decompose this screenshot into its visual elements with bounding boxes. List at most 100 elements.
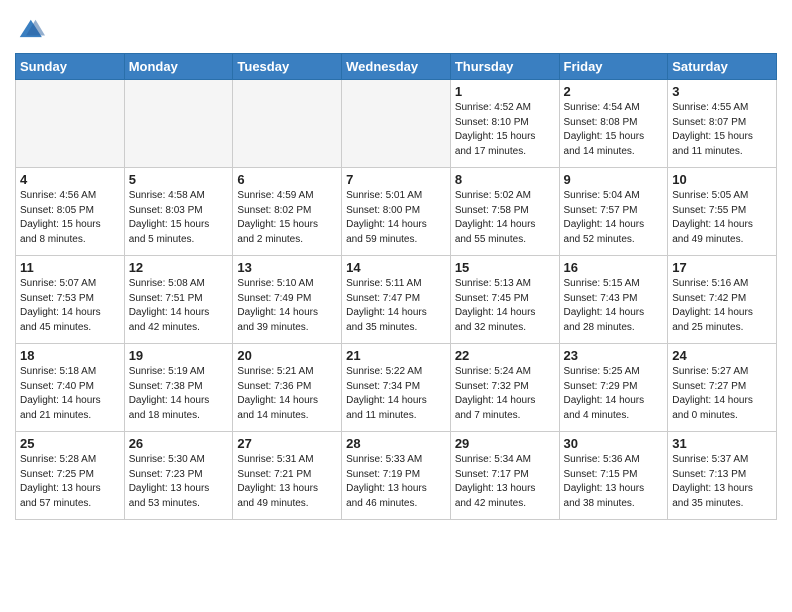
weekday-thursday: Thursday [450, 54, 559, 80]
day-number: 9 [564, 172, 664, 187]
day-cell: 19 Sunrise: 5:19 AM Sunset: 7:38 PM Dayli… [124, 344, 233, 432]
day-cell: 6 Sunrise: 4:59 AM Sunset: 8:02 PM Daylig… [233, 168, 342, 256]
day-info: Sunrise: 5:28 AM Sunset: 7:25 PM Dayligh… [20, 453, 120, 511]
day-cell: 15 Sunrise: 5:13 AM Sunset: 7:45 PM Dayli… [450, 256, 559, 344]
weekday-friday: Friday [559, 54, 668, 80]
day-number: 8 [455, 172, 555, 187]
day-cell [16, 80, 125, 168]
day-info: Sunrise: 5:31 AM Sunset: 7:21 PM Dayligh… [237, 453, 337, 511]
day-number: 25 [20, 436, 120, 451]
logo-icon [15, 15, 45, 45]
weekday-monday: Monday [124, 54, 233, 80]
day-info: Sunrise: 5:25 AM Sunset: 7:29 PM Dayligh… [564, 365, 664, 423]
day-number: 15 [455, 260, 555, 275]
day-number: 6 [237, 172, 337, 187]
day-cell: 28 Sunrise: 5:33 AM Sunset: 7:19 PM Dayli… [342, 432, 451, 520]
day-cell: 22 Sunrise: 5:24 AM Sunset: 7:32 PM Dayli… [450, 344, 559, 432]
day-cell: 16 Sunrise: 5:15 AM Sunset: 7:43 PM Dayli… [559, 256, 668, 344]
day-number: 26 [129, 436, 229, 451]
weekday-tuesday: Tuesday [233, 54, 342, 80]
day-info: Sunrise: 4:58 AM Sunset: 8:03 PM Dayligh… [129, 189, 229, 247]
day-info: Sunrise: 4:52 AM Sunset: 8:10 PM Dayligh… [455, 101, 555, 159]
day-cell: 7Sunrise: 5:01 AM Sunset: 8:00 PM Daylig… [342, 168, 451, 256]
day-cell [342, 80, 451, 168]
day-cell: 1 Sunrise: 4:52 AM Sunset: 8:10 PM Daylig… [450, 80, 559, 168]
day-info: Sunrise: 5:13 AM Sunset: 7:45 PM Dayligh… [455, 277, 555, 335]
day-number: 21 [346, 348, 446, 363]
week-row-1: 1 Sunrise: 4:52 AM Sunset: 8:10 PM Daylig… [16, 80, 777, 168]
day-number: 16 [564, 260, 664, 275]
day-number: 1 [455, 84, 555, 99]
day-number: 22 [455, 348, 555, 363]
day-cell: 25 Sunrise: 5:28 AM Sunset: 7:25 PM Dayli… [16, 432, 125, 520]
day-number: 30 [564, 436, 664, 451]
day-cell: 17 Sunrise: 5:16 AM Sunset: 7:42 PM Dayli… [668, 256, 777, 344]
weekday-wednesday: Wednesday [342, 54, 451, 80]
day-cell [233, 80, 342, 168]
day-info: Sunrise: 5:16 AM Sunset: 7:42 PM Dayligh… [672, 277, 772, 335]
day-cell: 3Sunrise: 4:55 AM Sunset: 8:07 PM Daylig… [668, 80, 777, 168]
day-cell: 13 Sunrise: 5:10 AM Sunset: 7:49 PM Dayli… [233, 256, 342, 344]
day-cell: 11 Sunrise: 5:07 AM Sunset: 7:53 PM Dayli… [16, 256, 125, 344]
day-number: 14 [346, 260, 446, 275]
day-info: Sunrise: 5:33 AM Sunset: 7:19 PM Dayligh… [346, 453, 446, 511]
weekday-saturday: Saturday [668, 54, 777, 80]
day-cell: 8 Sunrise: 5:02 AM Sunset: 7:58 PM Daylig… [450, 168, 559, 256]
day-number: 27 [237, 436, 337, 451]
week-row-4: 18Sunrise: 5:18 AM Sunset: 7:40 PM Dayli… [16, 344, 777, 432]
day-number: 29 [455, 436, 555, 451]
day-info: Sunrise: 4:59 AM Sunset: 8:02 PM Dayligh… [237, 189, 337, 247]
day-cell: 31Sunrise: 5:37 AM Sunset: 7:13 PM Dayli… [668, 432, 777, 520]
day-info: Sunrise: 4:55 AM Sunset: 8:07 PM Dayligh… [672, 101, 772, 159]
day-number: 5 [129, 172, 229, 187]
day-info: Sunrise: 5:08 AM Sunset: 7:51 PM Dayligh… [129, 277, 229, 335]
day-number: 28 [346, 436, 446, 451]
day-cell [124, 80, 233, 168]
day-number: 20 [237, 348, 337, 363]
week-row-5: 25 Sunrise: 5:28 AM Sunset: 7:25 PM Dayli… [16, 432, 777, 520]
day-cell: 21 Sunrise: 5:22 AM Sunset: 7:34 PM Dayli… [342, 344, 451, 432]
day-info: Sunrise: 5:19 AM Sunset: 7:38 PM Dayligh… [129, 365, 229, 423]
day-cell: 23 Sunrise: 5:25 AM Sunset: 7:29 PM Dayli… [559, 344, 668, 432]
day-number: 11 [20, 260, 120, 275]
day-number: 12 [129, 260, 229, 275]
week-row-2: 4Sunrise: 4:56 AM Sunset: 8:05 PM Daylig… [16, 168, 777, 256]
day-number: 23 [564, 348, 664, 363]
day-number: 24 [672, 348, 772, 363]
day-info: Sunrise: 4:54 AM Sunset: 8:08 PM Dayligh… [564, 101, 664, 159]
calendar-table: SundayMondayTuesdayWednesdayThursdayFrid… [15, 53, 777, 520]
day-cell: 27 Sunrise: 5:31 AM Sunset: 7:21 PM Dayli… [233, 432, 342, 520]
day-info: Sunrise: 5:10 AM Sunset: 7:49 PM Dayligh… [237, 277, 337, 335]
day-info: Sunrise: 4:56 AM Sunset: 8:05 PM Dayligh… [20, 189, 120, 247]
day-number: 19 [129, 348, 229, 363]
day-info: Sunrise: 5:04 AM Sunset: 7:57 PM Dayligh… [564, 189, 664, 247]
day-number: 13 [237, 260, 337, 275]
day-info: Sunrise: 5:21 AM Sunset: 7:36 PM Dayligh… [237, 365, 337, 423]
day-cell: 30 Sunrise: 5:36 AM Sunset: 7:15 PM Dayli… [559, 432, 668, 520]
day-info: Sunrise: 5:24 AM Sunset: 7:32 PM Dayligh… [455, 365, 555, 423]
day-number: 2 [564, 84, 664, 99]
day-cell: 2 Sunrise: 4:54 AM Sunset: 8:08 PM Daylig… [559, 80, 668, 168]
day-cell: 20 Sunrise: 5:21 AM Sunset: 7:36 PM Dayli… [233, 344, 342, 432]
page: SundayMondayTuesdayWednesdayThursdayFrid… [0, 0, 792, 535]
day-info: Sunrise: 5:34 AM Sunset: 7:17 PM Dayligh… [455, 453, 555, 511]
day-info: Sunrise: 5:37 AM Sunset: 7:13 PM Dayligh… [672, 453, 772, 511]
day-cell: 10Sunrise: 5:05 AM Sunset: 7:55 PM Dayli… [668, 168, 777, 256]
day-info: Sunrise: 5:27 AM Sunset: 7:27 PM Dayligh… [672, 365, 772, 423]
day-cell: 26 Sunrise: 5:30 AM Sunset: 7:23 PM Dayli… [124, 432, 233, 520]
day-info: Sunrise: 5:02 AM Sunset: 7:58 PM Dayligh… [455, 189, 555, 247]
day-info: Sunrise: 5:01 AM Sunset: 8:00 PM Dayligh… [346, 189, 446, 247]
day-cell: 24 Sunrise: 5:27 AM Sunset: 7:27 PM Dayli… [668, 344, 777, 432]
week-row-3: 11 Sunrise: 5:07 AM Sunset: 7:53 PM Dayli… [16, 256, 777, 344]
day-cell: 12 Sunrise: 5:08 AM Sunset: 7:51 PM Dayli… [124, 256, 233, 344]
day-info: Sunrise: 5:22 AM Sunset: 7:34 PM Dayligh… [346, 365, 446, 423]
day-number: 17 [672, 260, 772, 275]
day-info: Sunrise: 5:18 AM Sunset: 7:40 PM Dayligh… [20, 365, 120, 423]
day-cell: 9 Sunrise: 5:04 AM Sunset: 7:57 PM Daylig… [559, 168, 668, 256]
weekday-sunday: Sunday [16, 54, 125, 80]
day-info: Sunrise: 5:30 AM Sunset: 7:23 PM Dayligh… [129, 453, 229, 511]
day-info: Sunrise: 5:36 AM Sunset: 7:15 PM Dayligh… [564, 453, 664, 511]
day-info: Sunrise: 5:07 AM Sunset: 7:53 PM Dayligh… [20, 277, 120, 335]
day-info: Sunrise: 5:15 AM Sunset: 7:43 PM Dayligh… [564, 277, 664, 335]
weekday-header-row: SundayMondayTuesdayWednesdayThursdayFrid… [16, 54, 777, 80]
